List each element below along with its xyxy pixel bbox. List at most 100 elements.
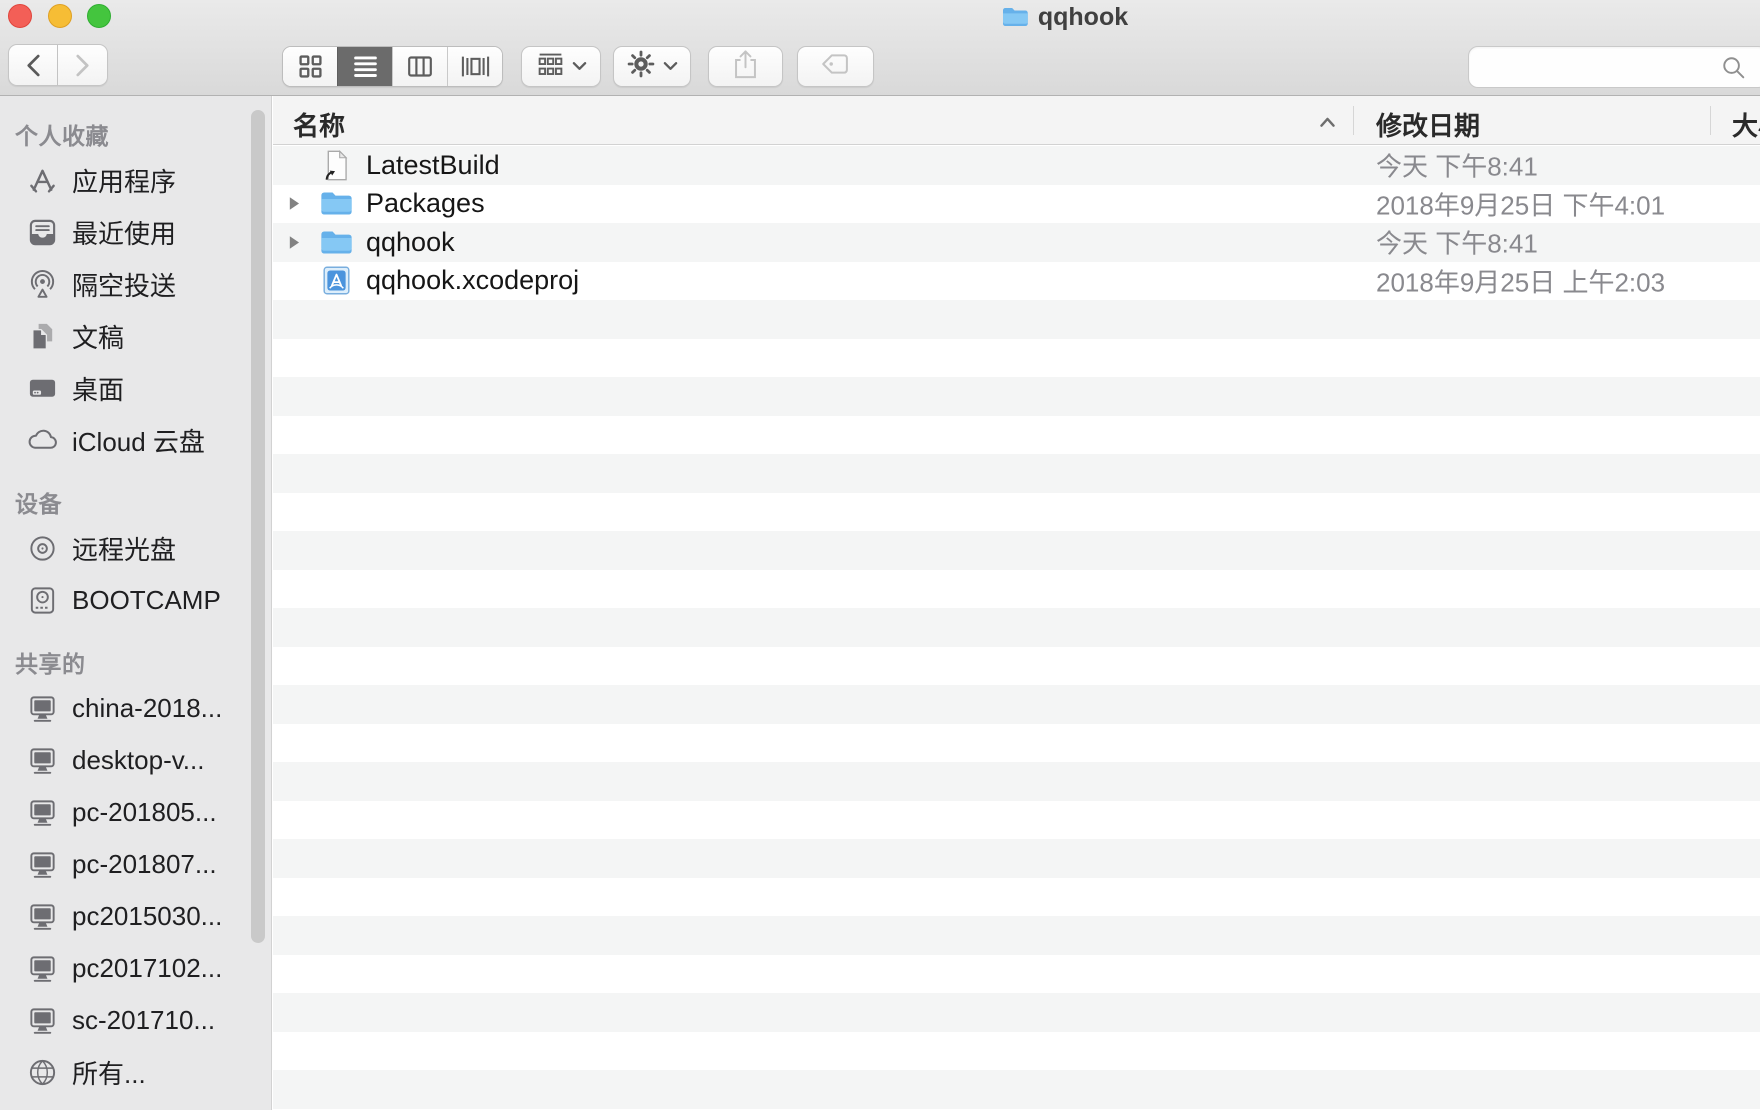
drive-icon [27, 585, 58, 616]
sidebar-item-icloud[interactable]: iCloud 云盘 [0, 414, 271, 466]
sidebar-item-drive[interactable]: BOOTCAMP [0, 574, 271, 626]
folder-icon [320, 187, 353, 220]
xcode-project-icon [320, 264, 353, 297]
folder-icon [320, 226, 353, 259]
minimize-button[interactable] [48, 4, 72, 28]
sidebar-section: 共享的 china-2018... desktop-v... pc-201805...… [0, 642, 271, 1098]
sidebar-item-globe[interactable]: 所有... [0, 1046, 271, 1098]
back-button[interactable] [8, 44, 58, 86]
sidebar-item-shared-pc[interactable]: pc2015030... [0, 890, 271, 942]
group-icon [536, 52, 565, 82]
sidebar-item-desktop[interactable]: 桌面 [0, 362, 271, 414]
column-header-date-modified[interactable]: 修改日期 [1376, 106, 1480, 143]
empty-row [273, 300, 1760, 339]
sort-ascending-icon [1319, 115, 1336, 127]
sidebar-section-title: 共享的 [0, 642, 271, 682]
file-row[interactable]: Packages2018年9月25日 下午4:01 [273, 185, 1760, 224]
desktop-icon [27, 373, 58, 404]
empty-row [273, 916, 1760, 955]
empty-row [273, 647, 1760, 686]
disclosure-triangle-icon[interactable] [288, 196, 305, 211]
close-button[interactable] [8, 4, 32, 28]
sidebar-item-documents[interactable]: 文稿 [0, 310, 271, 362]
column-divider[interactable] [1353, 106, 1354, 135]
tags-button[interactable] [797, 46, 874, 87]
shared-pc-icon [27, 745, 58, 776]
sidebar: 个人收藏应用程序最近使用隔空投送文稿桌面iCloud 云盘设备远程光盘BOOTC… [0, 96, 272, 1110]
tag-icon [820, 52, 851, 81]
sidebar-item-label: 隔空投送 [72, 266, 176, 303]
file-date-modified: 今天 下午8:41 [1376, 147, 1538, 184]
file-row[interactable]: qqhook.xcodeproj2018年9月25日 上午2:03 [273, 262, 1760, 301]
sidebar-item-disc[interactable]: 远程光盘 [0, 522, 271, 574]
sidebar-section: 个人收藏应用程序最近使用隔空投送文稿桌面 iCloud 云盘 [0, 114, 271, 466]
shared-pc-icon [27, 693, 58, 724]
group-by-button[interactable] [521, 46, 601, 87]
coverflow-view-button[interactable] [447, 47, 502, 86]
shared-pc-icon [27, 1005, 58, 1036]
zoom-button[interactable] [87, 4, 111, 28]
sidebar-item-recents[interactable]: 最近使用 [0, 206, 271, 258]
alias-file-icon [320, 149, 353, 182]
empty-row [273, 339, 1760, 378]
sidebar-item-airdrop[interactable]: 隔空投送 [0, 258, 271, 310]
file-name[interactable]: LatestBuild [366, 150, 500, 181]
shared-pc-icon [27, 953, 58, 984]
sidebar-item-shared-pc[interactable]: china-2018... [0, 682, 271, 734]
forward-button[interactable] [58, 44, 108, 86]
file-list: 名称 修改日期 大小 LatestBuild 今天 下午8:41Packages2… [273, 96, 1760, 1110]
column-header-name[interactable]: 名称 [293, 106, 345, 143]
sidebar-item-shared-pc[interactable]: pc2017102... [0, 942, 271, 994]
sidebar-item-label: pc2017102... [72, 953, 222, 984]
file-row[interactable]: LatestBuild 今天 下午8:41 [273, 146, 1760, 185]
empty-row [273, 377, 1760, 416]
file-name[interactable]: qqhook [366, 227, 455, 258]
search-field[interactable] [1468, 46, 1760, 88]
file-date-modified: 今天 下午8:41 [1376, 224, 1538, 261]
sidebar-scrollbar[interactable] [251, 110, 265, 943]
disc-icon [27, 533, 58, 564]
nav-buttons [8, 44, 108, 86]
folder-icon [1002, 6, 1029, 28]
disclosure-triangle-icon[interactable] [288, 235, 305, 250]
column-header-size[interactable]: 大小 [1732, 106, 1760, 143]
sidebar-item-label: china-2018... [72, 693, 222, 724]
window-chrome: qqhook [0, 0, 1760, 96]
empty-row [273, 454, 1760, 493]
column-divider[interactable] [1710, 106, 1711, 135]
sidebar-section-title: 个人收藏 [0, 114, 271, 154]
sidebar-item-label: BOOTCAMP [72, 585, 221, 616]
empty-row [273, 416, 1760, 455]
chevron-down-icon [663, 58, 678, 76]
sidebar-item-shared-pc[interactable]: pc-201807... [0, 838, 271, 890]
sidebar-item-label: 所有... [72, 1054, 146, 1091]
sidebar-item-label: pc-201805... [72, 797, 217, 828]
action-button[interactable] [613, 46, 691, 87]
file-name[interactable]: Packages [366, 188, 485, 219]
column-view-button[interactable] [392, 47, 447, 86]
sidebar-item-label: 桌面 [72, 370, 124, 407]
share-button[interactable] [708, 46, 783, 87]
file-name[interactable]: qqhook.xcodeproj [366, 265, 579, 296]
sidebar-item-shared-pc[interactable]: sc-201710... [0, 994, 271, 1046]
sidebar-item-applications[interactable]: 应用程序 [0, 154, 271, 206]
sidebar-item-label: pc-201807... [72, 849, 217, 880]
sidebar-item-label: 最近使用 [72, 214, 176, 251]
file-row[interactable]: qqhook 今天 下午8:41 [273, 223, 1760, 262]
sidebar-item-label: iCloud 云盘 [72, 422, 205, 459]
sidebar-item-label: 文稿 [72, 318, 124, 355]
chevron-down-icon [572, 58, 587, 76]
sidebar-item-shared-pc[interactable]: pc-201805... [0, 786, 271, 838]
shared-pc-icon [27, 901, 58, 932]
empty-row [273, 993, 1760, 1032]
icon-view-button[interactable] [283, 47, 337, 86]
list-view-button[interactable] [337, 47, 392, 86]
share-icon [732, 49, 759, 85]
view-mode-segmented-control [282, 46, 503, 87]
empty-row [273, 839, 1760, 878]
sidebar-section: 设备远程光盘BOOTCAMP [0, 482, 271, 626]
sidebar-item-shared-pc[interactable]: desktop-v... [0, 734, 271, 786]
empty-row [273, 531, 1760, 570]
window-title: qqhook [1002, 3, 1128, 31]
empty-row [273, 724, 1760, 763]
